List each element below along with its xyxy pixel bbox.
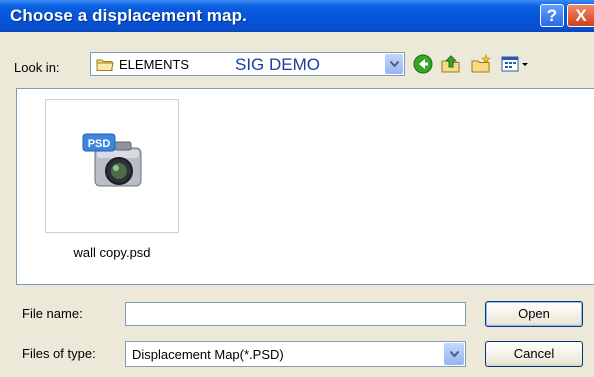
open-button[interactable]: Open [485, 301, 583, 327]
up-folder-icon[interactable] [440, 53, 462, 75]
file-name-label: wall copy.psd [73, 245, 151, 260]
files-of-type-label: Files of type: [22, 346, 96, 361]
file-name-input[interactable] [125, 302, 466, 326]
psd-camera-icon: PSD [81, 128, 147, 201]
psd-badge-text: PSD [88, 138, 111, 150]
files-of-type-dropdown[interactable]: Displacement Map(*.PSD) [125, 341, 466, 367]
look-in-label: Look in: [14, 60, 60, 75]
close-button[interactable]: X [567, 4, 594, 27]
watermark-text: SIG DEMO [231, 55, 325, 75]
new-folder-icon[interactable] [470, 53, 492, 75]
files-of-type-value: Displacement Map(*.PSD) [132, 347, 284, 362]
help-button[interactable]: ? [540, 4, 564, 27]
chevron-down-icon[interactable] [385, 54, 403, 74]
title-bar[interactable]: Choose a displacement map. ? X [0, 0, 594, 32]
cancel-button[interactable]: Cancel [485, 341, 583, 367]
back-icon[interactable] [412, 53, 434, 75]
file-name-label-text: File name: [22, 306, 83, 321]
file-list[interactable]: PSD wall copy.psd [16, 88, 594, 285]
dialog-title: Choose a displacement map. [10, 6, 247, 25]
file-item[interactable]: PSD wall copy.psd [45, 99, 181, 265]
folder-icon [96, 57, 114, 75]
file-thumbnail: PSD [45, 99, 179, 233]
look-in-dropdown[interactable]: ELEMENTS SIG DEMO [90, 52, 405, 76]
chevron-down-icon[interactable] [444, 343, 464, 365]
look-in-value: ELEMENTS [119, 57, 190, 72]
view-menu-icon[interactable] [500, 53, 530, 75]
